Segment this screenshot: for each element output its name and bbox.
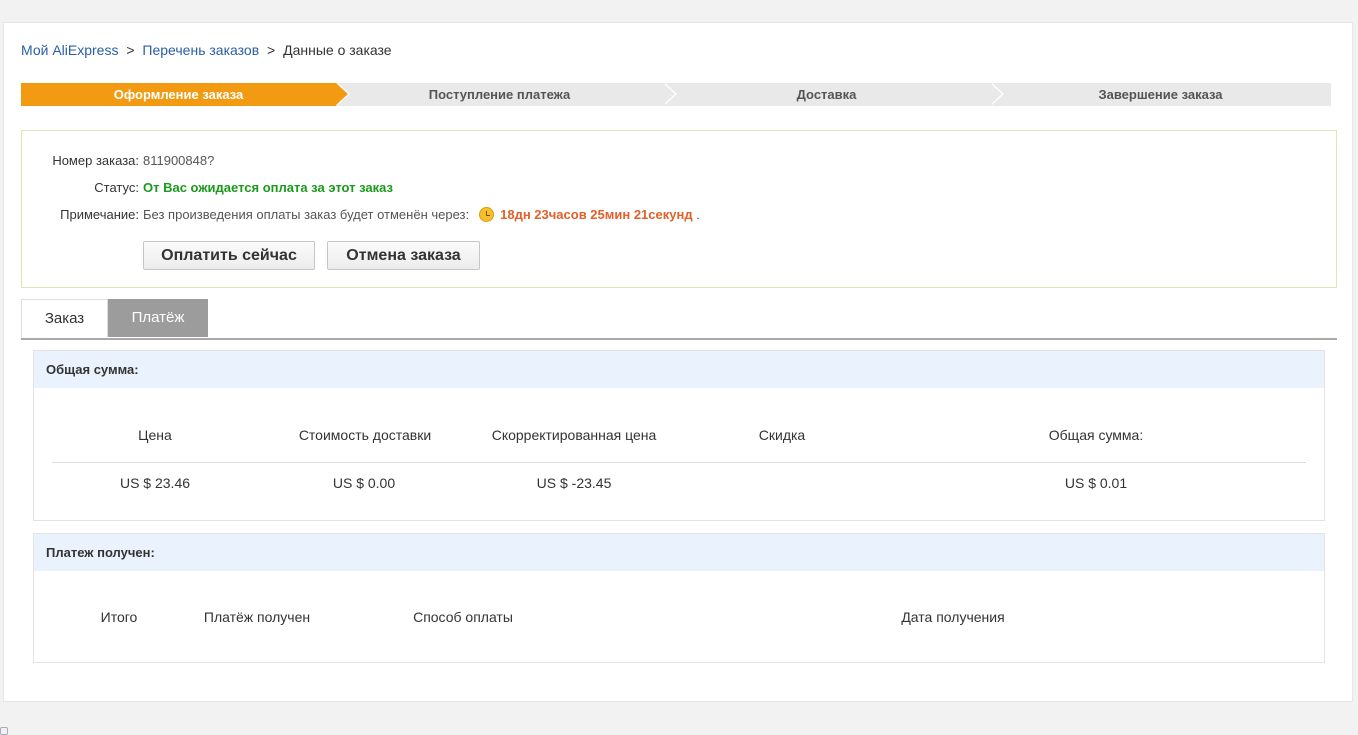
- receipt-date-header: Дата получения: [901, 609, 1005, 625]
- step-label: Завершение заказа: [1098, 87, 1223, 102]
- total-amount-header: Общая сумма:: [1048, 427, 1144, 443]
- document-icon: [0, 727, 8, 735]
- total-header: Итого: [100, 609, 138, 625]
- step-label: Доставка: [796, 87, 857, 102]
- timer-suffix: .: [696, 207, 700, 222]
- total-amount-value: US $ 0.01: [1064, 475, 1128, 491]
- total-amount-panel: Общая сумма: Цена Стоимость доставки Ско…: [33, 350, 1325, 521]
- breadcrumb-orders-list[interactable]: Перечень заказов: [142, 42, 259, 58]
- step-label: Поступление платежа: [428, 87, 571, 102]
- note-text: Без произведения оплаты заказ будет отме…: [143, 207, 470, 222]
- adjusted-price-value: US $ -23.45: [536, 475, 612, 491]
- step-order-placed: Оформление заказа: [21, 83, 350, 106]
- price-value: US $ 23.46: [119, 475, 191, 491]
- breadcrumb-separator: >: [267, 42, 276, 58]
- order-number-value: 811900848?: [143, 153, 215, 168]
- note-value: Без произведения оплаты заказ будет отме…: [143, 205, 700, 225]
- tab-payment[interactable]: Платёж: [108, 299, 208, 337]
- status-value: От Вас ожидается оплата за этот заказ: [143, 180, 393, 195]
- payment-received-header: Платёж получен: [203, 609, 311, 625]
- status-label: Статус:: [94, 180, 139, 195]
- pay-now-button[interactable]: Оплатить сейчас: [143, 241, 315, 270]
- step-payment-received: Поступление платежа: [336, 83, 677, 106]
- cancel-order-button[interactable]: Отмена заказа: [327, 241, 480, 270]
- breadcrumb-my-aliexpress[interactable]: Мой AliExpress: [21, 42, 118, 58]
- total-panel-title: Общая сумма:: [34, 351, 1324, 388]
- countdown-timer: 18дн 23часов 25мин 21секунд: [500, 207, 693, 222]
- clock-icon: [479, 207, 495, 222]
- order-tabs: Заказ Платёж: [21, 299, 1337, 340]
- step-delivery: Доставка: [663, 83, 1004, 106]
- payment-received-panel: Платеж получен: Итого Платёж получен Спо…: [33, 533, 1325, 663]
- order-number-row: Номер заказа: 811900848?: [22, 151, 1336, 171]
- tab-order[interactable]: Заказ: [21, 299, 108, 337]
- price-header: Цена: [138, 427, 172, 443]
- order-details-page: Мой AliExpress > Перечень заказов > Данн…: [3, 22, 1353, 702]
- discount-header: Скидка: [758, 427, 806, 443]
- order-progress-steps: Оформление заказа Поступление платежа До…: [21, 83, 1331, 106]
- order-note-row: Примечание: Без произведения оплаты зака…: [22, 205, 1336, 225]
- breadcrumb-separator: >: [126, 42, 135, 58]
- shipping-cost-value: US $ 0.00: [332, 475, 396, 491]
- order-number-label: Номер заказа:: [52, 153, 139, 168]
- note-label: Примечание:: [60, 207, 139, 222]
- shipping-cost-header: Стоимость доставки: [298, 427, 432, 443]
- order-status-row: Статус: От Вас ожидается оплата за этот …: [22, 178, 1336, 198]
- payment-method-header: Способ оплаты: [413, 609, 513, 625]
- breadcrumb-current: Данные о заказе: [283, 42, 392, 58]
- order-info-box: Номер заказа: 811900848? Статус: От Вас …: [21, 130, 1337, 288]
- step-order-complete: Завершение заказа: [990, 83, 1331, 106]
- step-label: Оформление заказа: [113, 87, 244, 102]
- adjusted-price-header: Скорректированная цена: [491, 427, 657, 443]
- breadcrumb: Мой AliExpress > Перечень заказов > Данн…: [21, 42, 392, 58]
- divider: [52, 462, 1306, 463]
- payment-panel-title: Платеж получен:: [34, 534, 1324, 571]
